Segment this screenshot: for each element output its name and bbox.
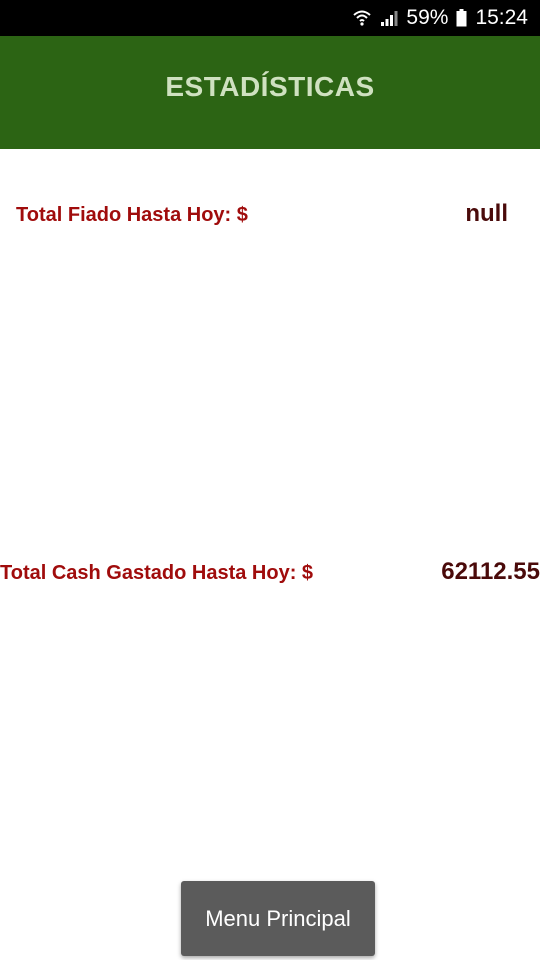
app-header: ESTADÍSTICAS — [0, 36, 540, 149]
battery-percent: 59% — [406, 6, 449, 29]
cash-value: 62112.55 — [441, 558, 540, 585]
clock: 15:24 — [475, 6, 528, 29]
menu-principal-button[interactable]: Menu Principal — [181, 881, 375, 956]
signal-icon — [380, 9, 398, 27]
fiado-stat-row: Total Fiado Hasta Hoy: $ null — [0, 196, 540, 236]
page-title: ESTADÍSTICAS — [165, 70, 375, 102]
wifi-icon — [352, 8, 372, 28]
cash-label: Total Cash Gastado Hasta Hoy: $ — [0, 562, 314, 584]
battery-icon — [456, 9, 467, 27]
status-bar: 59% 15:24 — [0, 0, 540, 36]
fiado-value: null — [465, 200, 508, 227]
cash-stat-row: Total Cash Gastado Hasta Hoy: $ 62112.55 — [0, 554, 540, 594]
fiado-label: Total Fiado Hasta Hoy: $ — [16, 204, 248, 226]
